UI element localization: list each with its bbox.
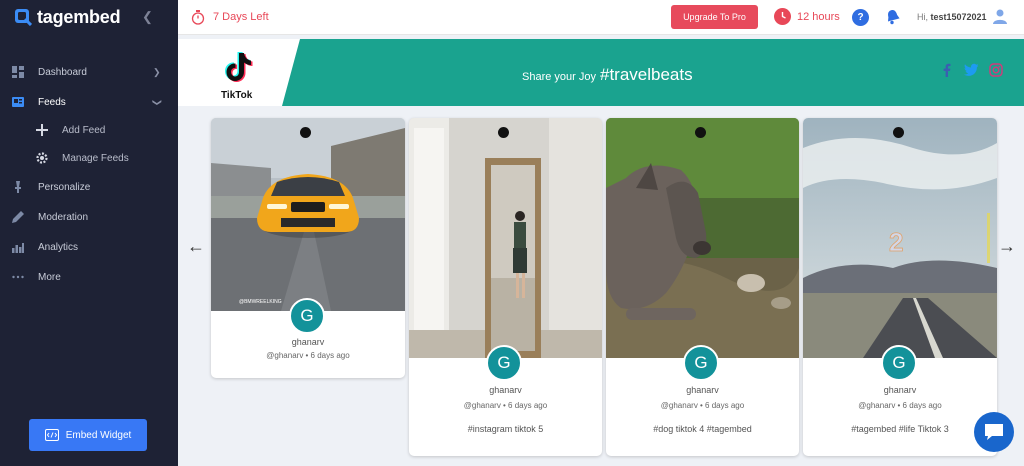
feed-card[interactable]: G ghanarv @ghanarv • 6 days ago #instagr… [409, 118, 602, 456]
banner-tagline: Share your Joy #travelbeats [522, 65, 693, 85]
post-author-name: ghanarv [489, 385, 522, 395]
user-greeting: Hi, test15072021 [917, 12, 987, 22]
banner-hashtag: #travelbeats [599, 65, 693, 84]
avatar: G [881, 345, 917, 381]
sidebar-item-analytics[interactable]: Analytics [0, 236, 178, 258]
post-meta: @ghanarv • 6 days ago [266, 351, 350, 360]
post-caption: #tagembed #life Tiktok 3 [851, 424, 949, 434]
carousel-prev-arrow[interactable]: ← [187, 236, 205, 257]
post-meta: @ghanarv • 6 days ago [858, 401, 942, 410]
sidebar-subitem-add-feed[interactable]: Add Feed [0, 120, 178, 140]
trial-days-left: 7 Days Left [213, 11, 269, 23]
post-meta: @ghanarv • 6 days ago [660, 401, 745, 410]
sidebar-item-label: Dashboard [38, 66, 87, 78]
hours-label: 12 hours [797, 10, 840, 23]
sidebar: tagembed ❮ Dashboard ❯ Feeds ❯ Add Feed … [0, 0, 178, 466]
collapse-sidebar-icon[interactable]: ❮ [142, 9, 153, 25]
post-image-car: @BMWREELKING [211, 118, 405, 311]
facebook-icon[interactable] [940, 63, 954, 77]
sidebar-subitem-manage-feeds[interactable]: Manage Feeds [0, 148, 178, 168]
svg-text:@BMWREELKING: @BMWREELKING [239, 299, 282, 305]
chevron-right-icon: ❯ [153, 66, 161, 77]
chat-launcher-button[interactable] [974, 412, 1014, 452]
embed-widget-button[interactable]: Embed Widget [29, 419, 147, 451]
tiktok-badge-icon [695, 127, 706, 138]
tiktok-logo-icon [225, 52, 253, 82]
svg-text:2: 2 [889, 227, 903, 257]
bell-icon[interactable] [885, 9, 901, 25]
analytics-icon [12, 243, 24, 253]
instagram-icon[interactable] [989, 63, 1003, 77]
post-meta: @ghanarv • 6 days ago [463, 401, 548, 410]
avatar: G [486, 345, 522, 381]
username: test15072021 [930, 12, 987, 22]
post-author-name: ghanarv [686, 385, 719, 395]
sidebar-item-label: Personalize [38, 181, 91, 193]
avatar: G [683, 345, 719, 381]
clock-icon [774, 8, 791, 25]
tiktok-badge-icon [300, 127, 311, 138]
feed-card[interactable]: @BMWREELKING G ghanarv @ghanarv • 6 days… [211, 118, 405, 378]
hours-remaining: 12 hours [774, 8, 840, 25]
embed-widget-label: Embed Widget [65, 429, 132, 441]
tagembed-logo-icon [15, 9, 32, 26]
avatar: G [289, 298, 325, 334]
carousel-next-arrow[interactable]: → [998, 236, 1016, 257]
feed-header-banner: TikTok Share your Joy #travelbeats [178, 39, 1024, 106]
user-avatar-icon[interactable] [992, 8, 1008, 24]
sidebar-subitem-label: Add Feed [62, 124, 106, 136]
sidebar-item-label: Feeds [38, 96, 66, 108]
sidebar-item-dashboard[interactable]: Dashboard ❯ [0, 61, 178, 83]
trial-status: 7 Days Left [191, 9, 269, 25]
twitter-icon[interactable] [964, 63, 978, 77]
feed-card[interactable]: 2 G ghanarv @ghanarv • 6 days ago #tagem… [803, 118, 997, 456]
post-image-mirror [409, 118, 602, 358]
stopwatch-icon [191, 10, 205, 25]
sidebar-item-label: Moderation [38, 211, 89, 223]
sidebar-item-more[interactable]: More [0, 266, 178, 288]
chevron-down-icon: ❯ [152, 98, 163, 106]
feeds-icon [12, 97, 24, 107]
sidebar-item-label: More [38, 271, 61, 283]
more-icon [12, 275, 24, 279]
tiktok-badge-icon [893, 127, 904, 138]
tiktok-logo-text: TikTok [221, 90, 253, 101]
feed-card[interactable]: G ghanarv @ghanarv • 6 days ago #dog tik… [606, 118, 799, 456]
post-author-name: ghanarv [291, 337, 325, 347]
topbar: 7 Days Left Upgrade To Pro 12 hours ? Hi… [178, 0, 1024, 35]
brand[interactable]: tagembed [14, 6, 121, 28]
personalize-icon [15, 181, 21, 193]
greeting-prefix: Hi, [917, 12, 928, 22]
upgrade-to-pro-button[interactable]: Upgrade To Pro [671, 5, 758, 29]
dashboard-icon [12, 66, 24, 78]
tagline-text: Share your Joy [522, 71, 596, 83]
sidebar-item-moderation[interactable]: Moderation [0, 206, 178, 228]
gear-icon [36, 152, 48, 164]
tiktok-badge-icon [498, 127, 509, 138]
help-icon[interactable]: ? [852, 9, 869, 26]
post-caption: #instagram tiktok 5 [467, 424, 544, 434]
post-caption: #dog tiktok 4 #tagembed [653, 424, 752, 434]
post-author-name: ghanarv [883, 385, 917, 395]
moderation-icon [12, 211, 24, 223]
chat-bubble-icon [985, 424, 1003, 440]
post-image-dog [606, 118, 799, 358]
post-image-road: 2 [803, 118, 997, 358]
brand-name: tagembed [37, 6, 121, 27]
sidebar-subitem-label: Manage Feeds [62, 152, 129, 164]
plus-icon [36, 124, 48, 136]
sidebar-item-label: Analytics [38, 241, 79, 253]
sidebar-item-feeds[interactable]: Feeds ❯ [0, 91, 178, 113]
sidebar-item-personalize[interactable]: Personalize [0, 176, 178, 198]
code-icon [44, 429, 59, 441]
